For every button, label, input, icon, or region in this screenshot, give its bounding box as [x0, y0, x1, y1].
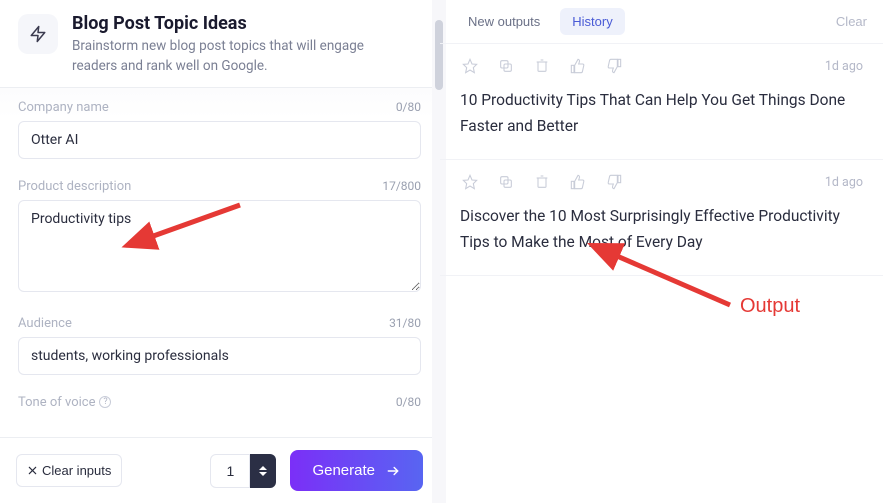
output-text: 10 Productivity Tips That Can Help You G… — [460, 88, 863, 139]
thumbs-down-button[interactable] — [604, 172, 624, 192]
thumbs-down-icon — [606, 58, 622, 74]
tone-label-text: Tone of voice — [18, 395, 95, 410]
clear-outputs-button[interactable]: Clear — [836, 14, 867, 29]
left-footer: Clear inputs Generate — [0, 437, 439, 503]
left-header: Blog Post Topic Ideas Brainstorm new blo… — [0, 0, 439, 87]
favorite-button[interactable] — [460, 56, 480, 76]
delete-button[interactable] — [532, 56, 552, 76]
tab-history[interactable]: History — [560, 8, 624, 35]
copy-button[interactable] — [496, 172, 516, 192]
close-icon — [27, 465, 38, 476]
copy-icon — [498, 174, 514, 190]
audience-input[interactable] — [18, 337, 421, 375]
star-icon — [462, 58, 478, 74]
form-area: Company name 0/80 Product description 17… — [0, 87, 439, 437]
clear-inputs-button[interactable]: Clear inputs — [16, 454, 122, 487]
thumbs-up-button[interactable] — [568, 172, 588, 192]
tab-new-outputs[interactable]: New outputs — [456, 8, 552, 35]
generate-label: Generate — [312, 462, 375, 479]
thumbs-up-icon — [570, 58, 586, 74]
favorite-button[interactable] — [460, 172, 480, 192]
field-audience: Audience 31/80 — [18, 316, 421, 375]
audience-count: 31/80 — [389, 316, 421, 330]
thumbs-up-button[interactable] — [568, 56, 588, 76]
description-input[interactable]: Productivity tips — [18, 200, 421, 292]
left-panel: Blog Post Topic Ideas Brainstorm new blo… — [0, 0, 440, 503]
field-row: Audience 31/80 — [18, 316, 421, 331]
bolt-icon — [29, 25, 47, 43]
company-label: Company name — [18, 100, 109, 115]
description-label: Product description — [18, 179, 131, 194]
tone-label: Tone of voice? — [18, 395, 111, 410]
field-company: Company name 0/80 — [18, 100, 421, 159]
right-header: New outputs History Clear — [440, 0, 883, 44]
tone-count: 0/80 — [396, 395, 421, 409]
field-tone: Tone of voice? 0/80 — [18, 395, 421, 410]
outputs-list: 1d ago 10 Productivity Tips That Can Hel… — [440, 44, 883, 503]
output-text: Discover the 10 Most Surprisingly Effect… — [460, 204, 863, 255]
card-toolbar: 1d ago — [460, 172, 863, 192]
company-count: 0/80 — [396, 100, 421, 114]
app-root: Blog Post Topic Ideas Brainstorm new blo… — [0, 0, 883, 503]
header-text: Blog Post Topic Ideas Brainstorm new blo… — [72, 12, 402, 77]
output-card[interactable]: 1d ago Discover the 10 Most Surprisingly… — [440, 160, 883, 276]
copy-icon — [498, 58, 514, 74]
field-row: Product description 17/800 — [18, 179, 421, 194]
output-card[interactable]: 1d ago 10 Productivity Tips That Can Hel… — [440, 44, 883, 160]
clear-inputs-label: Clear inputs — [42, 463, 111, 478]
quantity-stepper-button[interactable] — [250, 454, 276, 488]
output-time: 1d ago — [825, 175, 863, 190]
field-row: Company name 0/80 — [18, 100, 421, 115]
output-time: 1d ago — [825, 59, 863, 74]
template-icon-box — [18, 14, 58, 54]
page-subtitle: Brainstorm new blog post topics that wil… — [72, 37, 402, 76]
thumbs-down-icon — [606, 174, 622, 190]
chevron-up-down-icon — [258, 466, 268, 476]
right-panel: New outputs History Clear 1d ago 10 Prod… — [440, 0, 883, 503]
field-description: Product description 17/800 Productivity … — [18, 179, 421, 296]
delete-button[interactable] — [532, 172, 552, 192]
quantity-stepper — [210, 454, 276, 488]
footer-right-group: Generate — [210, 450, 423, 491]
star-icon — [462, 174, 478, 190]
card-toolbar: 1d ago — [460, 56, 863, 76]
trash-icon — [534, 58, 550, 74]
help-icon[interactable]: ? — [99, 396, 111, 408]
arrow-right-icon — [385, 464, 401, 478]
trash-icon — [534, 174, 550, 190]
field-row: Tone of voice? 0/80 — [18, 395, 421, 410]
copy-button[interactable] — [496, 56, 516, 76]
generate-button[interactable]: Generate — [290, 450, 423, 491]
audience-label: Audience — [18, 316, 72, 331]
quantity-input[interactable] — [210, 454, 250, 488]
company-input[interactable] — [18, 121, 421, 159]
page-title: Blog Post Topic Ideas — [72, 12, 402, 35]
thumbs-down-button[interactable] — [604, 56, 624, 76]
description-count: 17/800 — [382, 179, 421, 193]
thumbs-up-icon — [570, 174, 586, 190]
